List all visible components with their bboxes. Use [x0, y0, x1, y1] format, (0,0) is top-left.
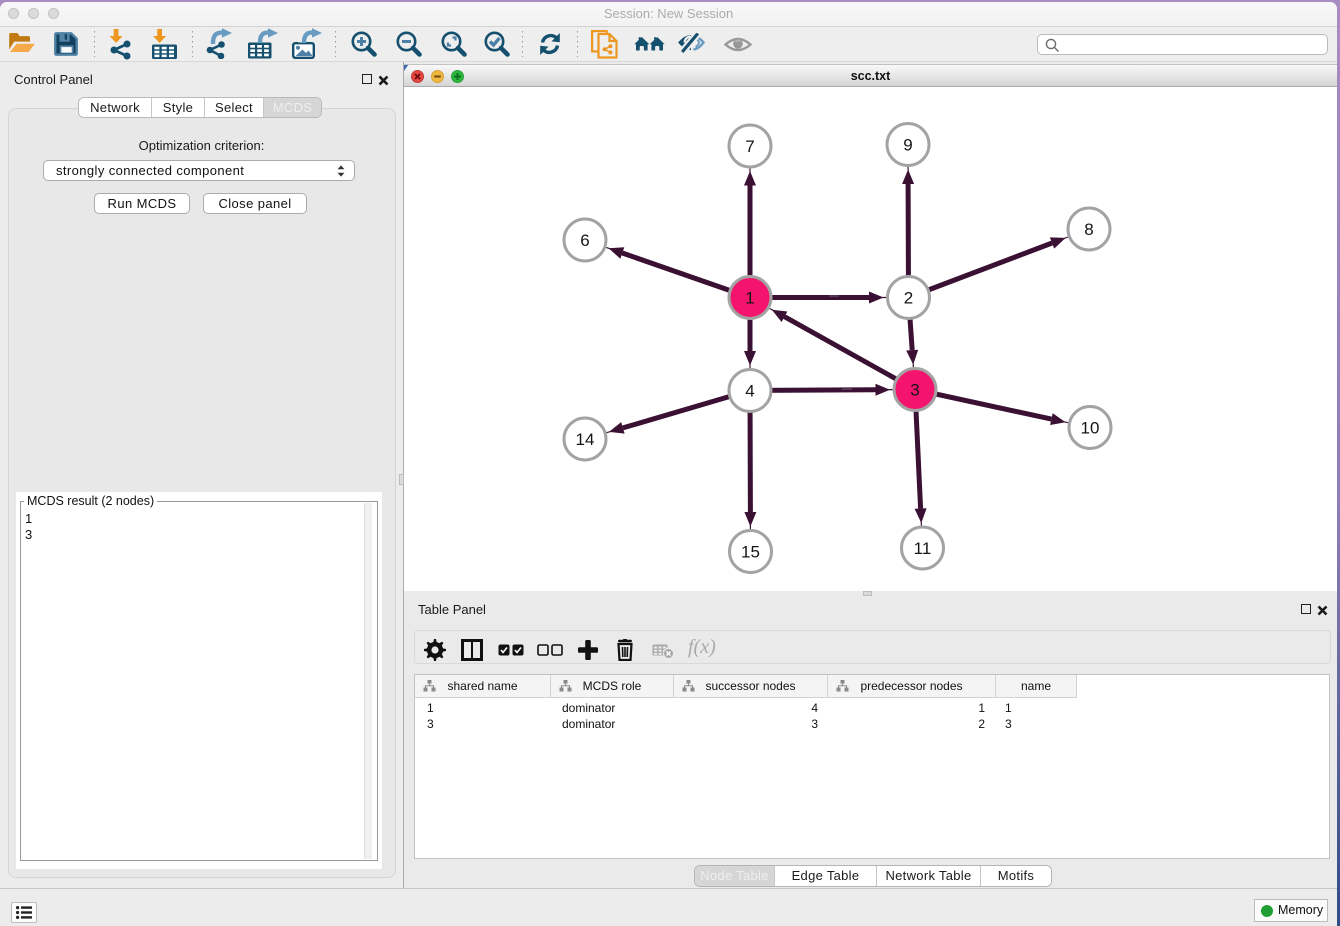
svg-text:14: 14 [576, 430, 595, 449]
svg-text:4: 4 [745, 382, 754, 401]
svg-text:8: 8 [1084, 220, 1093, 239]
svg-text:11: 11 [914, 539, 932, 558]
svg-text:7: 7 [745, 137, 754, 156]
svg-text:2: 2 [904, 289, 913, 308]
svg-text:6: 6 [580, 231, 589, 250]
svg-text:3: 3 [910, 381, 919, 400]
svg-text:9: 9 [903, 136, 912, 155]
svg-text:15: 15 [741, 543, 760, 562]
svg-text:1: 1 [745, 289, 754, 308]
svg-text:10: 10 [1081, 419, 1100, 438]
